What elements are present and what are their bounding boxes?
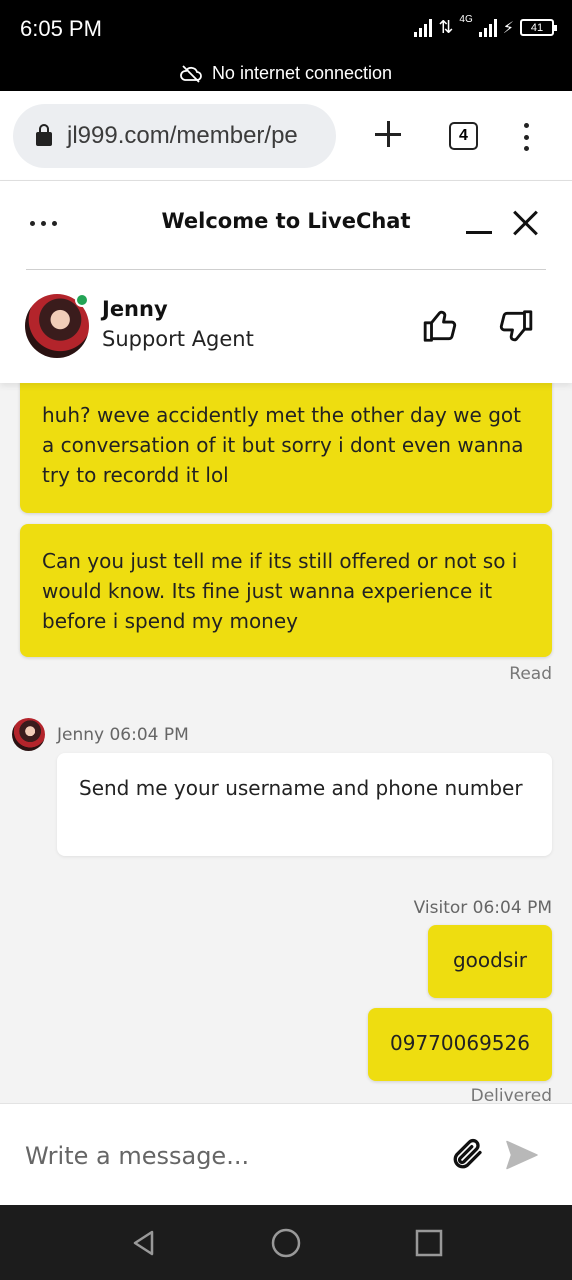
data-transfer-icon: ⇅ (438, 17, 454, 37)
charging-icon: ⚡ (502, 18, 514, 37)
cloud-off-icon (180, 64, 202, 83)
online-status-dot (75, 293, 89, 307)
chat-header: Welcome to LiveChat Jenny Support Agent (0, 181, 572, 383)
visitor-message-bubble: goodsir (428, 925, 552, 998)
read-receipt: Read (509, 664, 552, 684)
attachment-icon[interactable] (450, 1136, 486, 1172)
lock-icon[interactable] (36, 124, 52, 146)
network-notice: No internet connection (0, 63, 572, 84)
back-icon[interactable] (128, 1227, 160, 1259)
delivered-receipt: Delivered (470, 1086, 552, 1103)
agent-name: Jenny (102, 297, 168, 321)
chat-title: Welcome to LiveChat (161, 209, 411, 233)
status-bar: 6:05 PM ⇅ 4G ⚡ 41 No internet connection (0, 0, 572, 91)
visitor-message-bubble: 09770069526 (368, 1008, 552, 1081)
signal-icon (414, 18, 433, 37)
agent-message-avatar (12, 718, 45, 751)
thumbs-down-icon[interactable] (496, 307, 534, 345)
visitor-message-bubble: Can you just tell me if its still offere… (20, 524, 552, 657)
close-button[interactable] (512, 209, 540, 237)
tab-switcher-button[interactable]: 4 (449, 122, 478, 150)
battery-icon: 41 (520, 19, 557, 36)
network-type-label: 4G (459, 14, 473, 25)
send-icon[interactable] (502, 1137, 542, 1173)
status-time: 6:05 PM (20, 16, 102, 41)
message-list[interactable]: huh? weve accidently met the other day w… (0, 383, 572, 1103)
browser-toolbar: jl999.com/member/pe 4 (0, 91, 572, 181)
agent-message-meta: Jenny 06:04 PM (57, 725, 189, 745)
agent-role: Support Agent (102, 327, 254, 351)
home-icon[interactable] (270, 1227, 302, 1259)
minimize-button[interactable] (466, 231, 492, 234)
status-icons: ⇅ 4G ⚡ 41 (414, 14, 557, 38)
url-text[interactable]: jl999.com/member/pe (67, 122, 298, 150)
address-bar[interactable]: jl999.com/member/pe (13, 104, 336, 168)
message-composer (0, 1103, 572, 1205)
recents-icon[interactable] (413, 1227, 445, 1259)
thumbs-up-icon[interactable] (422, 307, 460, 345)
browser-menu-button[interactable] (522, 123, 530, 151)
visitor-message-bubble: huh? weve accidently met the other day w… (20, 383, 552, 513)
network-notice-text: No internet connection (211, 63, 393, 83)
new-tab-button[interactable] (373, 119, 403, 149)
visitor-message-meta: Visitor 06:04 PM (413, 898, 552, 918)
signal-icon-2 (478, 18, 497, 37)
system-navigation-bar (0, 1205, 572, 1280)
agent-message-bubble: Send me your username and phone number (57, 753, 552, 856)
header-divider (26, 269, 546, 270)
message-input[interactable] (25, 1136, 425, 1176)
